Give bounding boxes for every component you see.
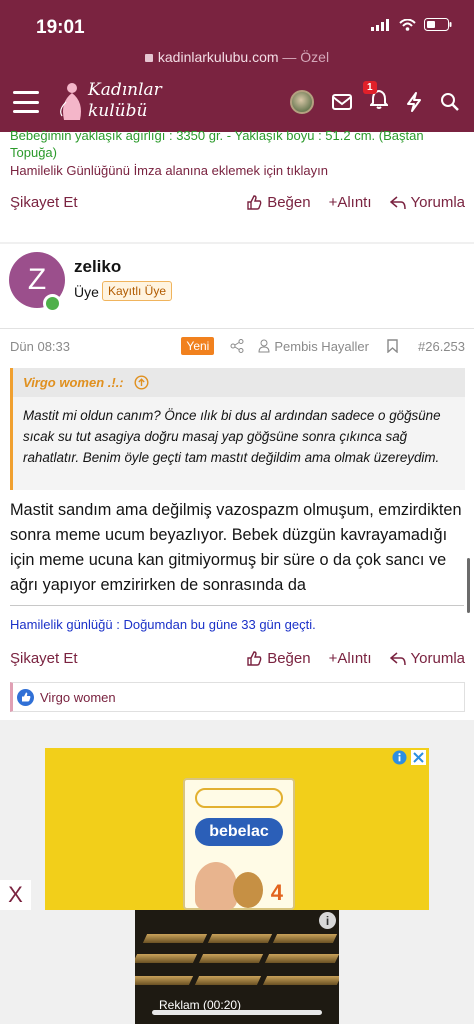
status-time: 19:01 [36,17,85,38]
reply-button[interactable]: Yorumla [389,194,465,211]
product-package: bebelac 4 [183,778,295,910]
online-status-icon [43,294,62,313]
post-meta: Dün 08:33 Yeni Pembis Hayaller #26.253 [10,337,465,355]
like-button[interactable]: Beğen [247,650,311,667]
teddy-bear-image [233,872,263,908]
divider [0,328,474,329]
post-author-name[interactable]: zeliko [74,257,121,277]
gold-bar [207,934,273,943]
ad-info-icon[interactable] [392,750,407,765]
logo-figure-icon [60,83,81,120]
reply-button[interactable]: Yorumla [389,650,465,667]
site-logo[interactable]: Kadınlar kulübü [58,80,173,126]
previous-post: Bebeğimin yaklaşık ağırlığı : 3350 gr. -… [0,128,474,242]
forum-post: Z zeliko Üye Kayıtlı Üye Dün 08:33 Yeni … [0,244,474,720]
ad-controls [392,750,426,765]
gold-bar [194,976,262,985]
menu-icon[interactable] [13,91,39,113]
status-icons [371,18,452,31]
share-icon[interactable] [230,339,244,353]
gold-bar [262,976,339,985]
like-label: Beğen [267,194,311,211]
notification-badge: 1 [363,81,377,94]
package-decoration [195,788,283,808]
post-actions: Şikayet Et Beğen +Alıntı Yorumla [10,194,465,211]
signal-icon [371,18,389,31]
like-label: Beğen [267,650,311,667]
post-date[interactable]: Dün 08:33 [10,339,70,354]
post-signature[interactable]: Hamilelik günlüğü : Doğumdan bu güne 33 … [10,617,316,632]
mail-icon[interactable] [332,93,352,110]
advertisement-banner[interactable]: bebelac 4 [45,748,429,910]
gold-bar [135,976,194,985]
gold-bar [264,954,339,963]
arrow-up-circle-icon [134,375,149,390]
wifi-icon [399,18,416,31]
report-button[interactable]: Şikayet Et [10,194,78,211]
post-actions: Şikayet Et Beğen +Alıntı Yorumla [10,650,465,667]
reply-icon [389,651,406,665]
gold-bar [142,934,208,943]
battery-icon [424,18,452,31]
signature-link[interactable]: Hamilelik Günlüğünü İmza alanına eklemek… [10,163,328,178]
home-indicator [152,1010,322,1015]
gold-bar [272,934,338,943]
like-button[interactable]: Beğen [247,194,311,211]
quote-button[interactable]: +Alıntı [329,194,372,211]
post-author-role: Üye [74,284,99,300]
post-number[interactable]: #26.253 [418,339,465,354]
quote-header[interactable]: Virgo women .!.: [13,368,465,397]
gold-bar [135,954,198,963]
member-tag: Kayıtlı Üye [102,281,173,301]
signature-baby-info: Bebeğimin yaklaşık ağırlığı : 3350 gr. -… [10,128,424,160]
user-icon [258,339,270,353]
baby-image [195,862,237,910]
reply-label: Yorumla [410,650,465,667]
like-reaction-icon [17,688,34,706]
browser-header: 19:01 kadinlarkulubu.com — Özel Kadınlar… [0,0,474,132]
ad-stage: 4 [270,880,283,905]
gold-bar [198,954,264,963]
reply-label: Yorumla [410,194,465,211]
video-ad[interactable]: i Reklam (00:20) [135,910,339,1024]
reply-icon [389,195,406,209]
notifications-button[interactable]: 1 [363,81,390,114]
lock-icon [144,54,153,62]
thumbs-up-icon [247,195,262,210]
logo-text: Kadınlar kulübü [88,80,162,121]
thread-owner[interactable]: Pembis Hayaller [274,339,369,354]
video-info-icon[interactable]: i [319,912,336,929]
thumbs-up-icon [247,651,262,666]
search-icon[interactable] [440,92,460,112]
private-mode-label: — Özel [282,49,330,65]
report-button[interactable]: Şikayet Et [10,650,78,667]
user-avatar[interactable] [290,89,314,114]
reactions-bar[interactable]: Virgo women [10,682,465,712]
header-nav: 1 [290,81,460,114]
close-ad-button[interactable]: X [0,880,31,910]
ad-brand: bebelac [195,818,283,846]
quote-button[interactable]: +Alıntı [329,650,372,667]
quote-text: Mastit mi oldun canım? Önce ılık bi dus … [23,408,441,465]
ad-close-icon[interactable] [411,750,426,765]
bookmark-icon[interactable] [387,339,398,353]
url-domain: kadinlarkulubu.com [157,49,279,65]
new-badge: Yeni [181,337,215,355]
signature-divider [10,605,464,606]
reaction-user: Virgo women [40,689,116,705]
quote-block: Virgo women .!.: Mastit mi oldun canım? … [10,368,465,490]
lightning-icon[interactable] [406,91,422,112]
quote-author: Virgo women .!.: [23,375,124,390]
address-bar[interactable]: kadinlarkulubu.com — Özel [0,49,474,65]
post-message: Mastit sandım ama değilmiş vazospazm olm… [10,501,462,594]
scrollbar-thumb[interactable] [467,558,470,613]
